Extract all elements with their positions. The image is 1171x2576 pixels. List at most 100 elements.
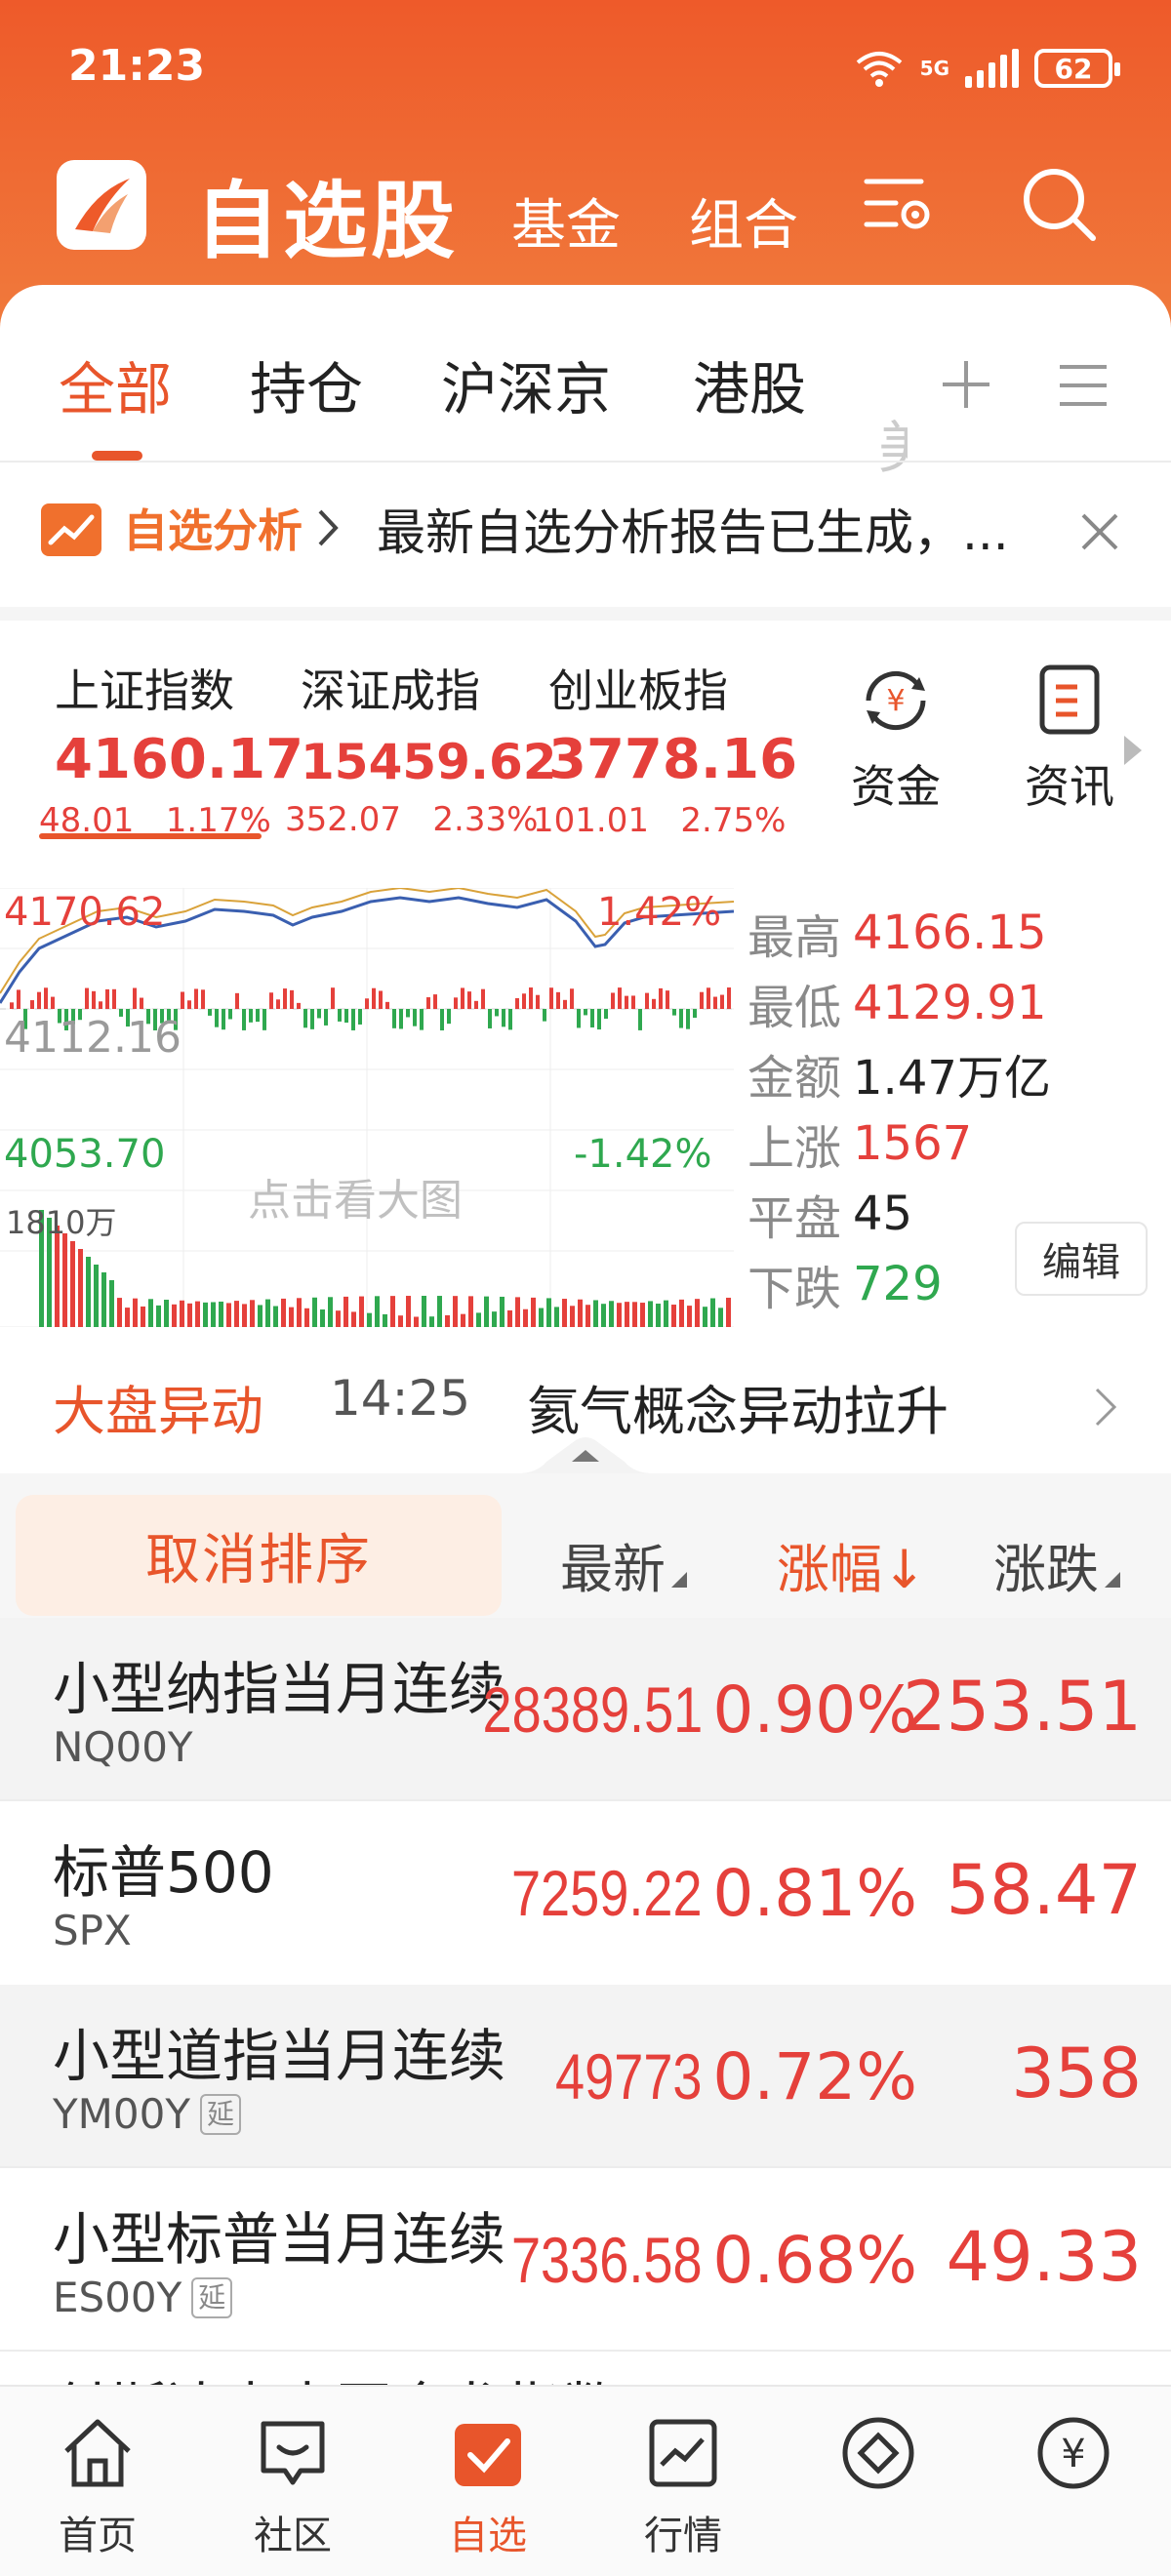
table-row[interactable]: 小型纳指当月连续 NQ00Y 28389.51 0.90% 253.51 xyxy=(0,1618,1171,1799)
nav-watchlist-label: 自选 xyxy=(449,2514,527,2558)
analysis-banner[interactable]: 自选分析 最新自选分析报告已生成，... xyxy=(0,461,1171,607)
tick-up-bar xyxy=(235,992,239,1009)
logo-icon xyxy=(75,179,130,233)
volume-bar xyxy=(367,1312,372,1327)
nav-market[interactable]: 行情 xyxy=(615,2412,751,2560)
tick-up-bar xyxy=(44,987,48,1009)
tab-holding[interactable]: 持仓 xyxy=(250,343,363,425)
index-szse[interactable]: 深证成指 15459.62 352.07 2.33% xyxy=(285,656,557,839)
volume-bar xyxy=(109,1280,114,1327)
volume-bar xyxy=(578,1299,583,1327)
volume-bar xyxy=(94,1265,99,1327)
nav-trade[interactable] xyxy=(810,2412,947,2504)
close-icon[interactable] xyxy=(1077,509,1122,554)
edit-stats-button[interactable]: 编辑 xyxy=(1015,1222,1148,1296)
nav-community[interactable]: 社区 xyxy=(224,2412,361,2560)
movement-title: 大盘异动 xyxy=(53,1381,263,1442)
table-row[interactable]: 小型标普当月连续 ES00Y 延 7336.58 0.68% 49.33 xyxy=(0,2168,1171,2350)
index-chinext[interactable]: 创业板指 3778.16 101.01 2.75% xyxy=(533,656,797,840)
list-settings-icon[interactable] xyxy=(859,166,937,244)
table-row[interactable]: 小型道指当月连续 YM00Y 延 49773 0.72% 358 xyxy=(0,1985,1171,2166)
index-chart-section[interactable]: 4170.62 1.42% 4112.16 4053.70 -1.42% 181… xyxy=(0,888,1171,1327)
index-sse[interactable]: 上证指数 4160.17 48.01 1.17% xyxy=(39,656,303,840)
nav-watchlist[interactable]: 自选 xyxy=(420,2412,556,2560)
volume-bar xyxy=(640,1303,645,1327)
scroll-right-icon[interactable] xyxy=(1122,734,1144,767)
volume-bar xyxy=(141,1306,145,1327)
tab-portfolio[interactable]: 组合 xyxy=(689,181,798,261)
analysis-label: 自选分析 xyxy=(123,504,303,557)
tab-all[interactable]: 全部 xyxy=(59,343,172,425)
index-value: 15459.62 xyxy=(301,734,557,790)
tab-fund[interactable]: 基金 xyxy=(511,181,621,261)
tick-down-bar xyxy=(215,1009,219,1027)
funds-button[interactable]: ¥ 资金 xyxy=(837,660,954,816)
table-row[interactable]: 标普500 SPX 7259.22 0.81% 58.47 xyxy=(0,1801,1171,1983)
tick-up-bar xyxy=(618,987,622,1009)
tab-sh-sz-bj[interactable]: 沪深京 xyxy=(441,343,611,425)
tick-up-bar xyxy=(201,989,205,1009)
chevron-right-icon xyxy=(318,509,339,546)
volume-bar xyxy=(531,1297,536,1327)
intraday-chart[interactable]: 4170.62 1.42% 4112.16 4053.70 -1.42% 181… xyxy=(0,888,734,1327)
status-time: 21:23 xyxy=(68,41,206,91)
search-icon[interactable] xyxy=(1017,162,1101,246)
cancel-sort-button[interactable]: 取消排序 xyxy=(16,1495,502,1616)
volume-bar xyxy=(172,1304,177,1327)
volume-bar xyxy=(414,1316,419,1327)
tick-up-bar xyxy=(659,987,663,1009)
page-title[interactable]: 自选股 xyxy=(195,152,459,274)
volume-bar xyxy=(648,1301,653,1327)
collapse-handle-icon[interactable] xyxy=(517,1434,654,1473)
col-latest[interactable]: 最新 xyxy=(560,1526,687,1603)
tick-down-bar xyxy=(317,1009,321,1019)
chart-low-pct: -1.42% xyxy=(574,1132,712,1177)
tick-down-bar xyxy=(256,1009,260,1023)
volume-bar xyxy=(320,1308,325,1327)
chart-low-label: 4053.70 xyxy=(4,1132,166,1177)
col-change[interactable]: 涨跌 xyxy=(993,1526,1120,1603)
volume-bar xyxy=(242,1304,247,1327)
menu-icon[interactable] xyxy=(1056,363,1110,408)
table-row-partial[interactable]: 付斯达克中国金龙指数 xyxy=(0,2346,1171,2385)
col-pct[interactable]: 涨幅↓ xyxy=(777,1526,926,1603)
tick-up-bar xyxy=(276,999,280,1009)
tick-up-bar xyxy=(515,998,519,1009)
stat-up: 上涨 1567 xyxy=(747,1116,973,1176)
chart-volume-label: 1810万 xyxy=(6,1204,117,1241)
tick-up-bar xyxy=(652,998,656,1009)
tick-up-bar xyxy=(181,991,184,1009)
stock-code: ES00Y 延 xyxy=(53,2274,233,2321)
svg-text:¥: ¥ xyxy=(1061,2432,1085,2476)
tick-up-bar xyxy=(611,992,615,1009)
tick-up-bar xyxy=(92,990,96,1009)
nav-home[interactable]: 首页 xyxy=(29,2412,166,2560)
tick-up-bar xyxy=(645,992,649,1009)
tick-down-bar xyxy=(310,1009,314,1029)
tab-hk[interactable]: 港股 xyxy=(693,343,806,425)
tick-down-bar xyxy=(488,1009,492,1028)
app-header: 21:23 5G 62 自选股 基金 组合 xyxy=(0,0,1171,332)
tick-down-bar xyxy=(358,1009,362,1025)
app-logo[interactable] xyxy=(57,160,146,250)
news-button[interactable]: 资讯 xyxy=(1011,660,1128,816)
delayed-badge: 延 xyxy=(200,2093,241,2135)
tick-down-bar xyxy=(399,1009,403,1029)
chat-bubble-icon xyxy=(261,2421,325,2485)
nav-home-label: 首页 xyxy=(59,2514,137,2558)
tick-down-bar xyxy=(597,1009,601,1030)
nav-finance[interactable]: ¥ xyxy=(1005,2412,1142,2504)
tick-up-bar xyxy=(331,987,335,1009)
stock-name: 小型道指当月连续 xyxy=(53,2023,506,2089)
stock-price: 7259.22 xyxy=(511,1857,703,1929)
movement-time: 14:25 xyxy=(330,1370,471,1427)
analysis-message: 最新自选分析报告已生成，... xyxy=(377,504,1009,561)
funds-label: 资金 xyxy=(851,760,941,813)
tick-down-bar xyxy=(679,1009,683,1028)
stat-amount: 金额 1.47万亿 xyxy=(747,1051,1051,1106)
add-group-icon[interactable] xyxy=(939,357,993,412)
volume-bar xyxy=(78,1249,83,1327)
tick-up-bar xyxy=(666,990,669,1009)
tick-down-bar xyxy=(249,1009,253,1023)
news-label: 资讯 xyxy=(1025,760,1114,813)
